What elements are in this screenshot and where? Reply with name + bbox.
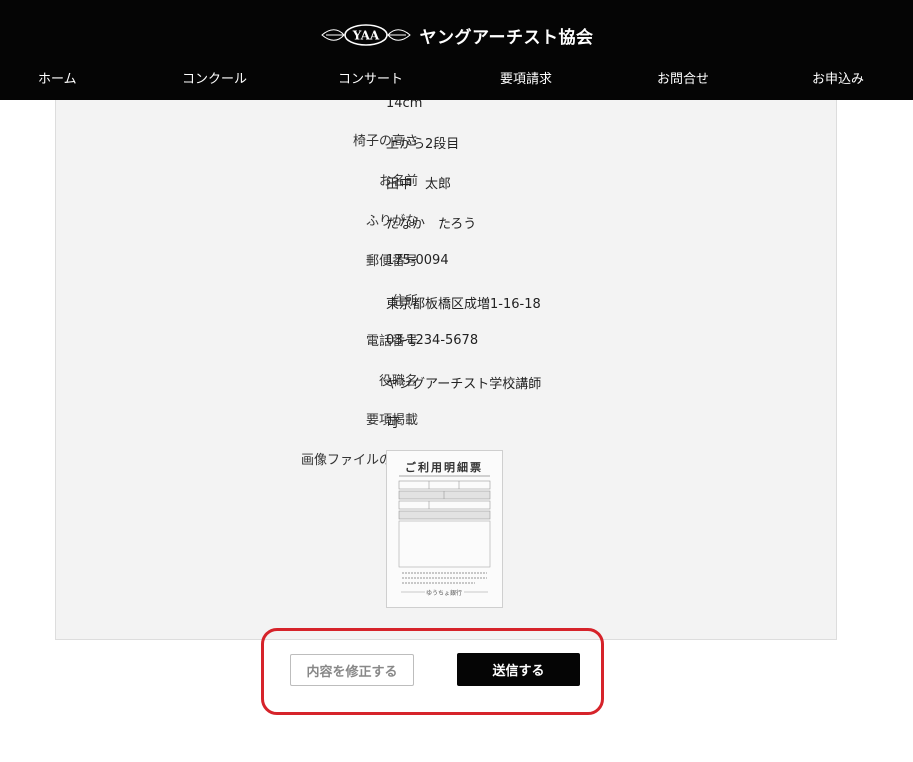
- svg-text:ご利用明細票: ご利用明細票: [405, 460, 483, 474]
- nav-guidelines-request[interactable]: 要項請求: [500, 68, 552, 87]
- nav-contact[interactable]: お問合せ: [657, 68, 709, 87]
- nav-concours[interactable]: コンクール: [182, 68, 247, 87]
- nav-concert[interactable]: コンサート: [338, 68, 403, 87]
- yaa-emblem-icon: YAA: [320, 24, 411, 46]
- site-name: ヤングアーチスト協会: [419, 27, 594, 48]
- form-row-furigana: ふりがな たなか たろう: [56, 210, 838, 234]
- form-value: 03-1234-5678: [386, 333, 479, 348]
- form-value: 田中 太郎: [386, 177, 452, 192]
- form-value: 175-0094: [386, 253, 449, 268]
- site-header: YAA ヤングアーチスト協会 ホーム コンクール コンサート 要項請求 お問合せ…: [0, 0, 913, 100]
- form-value: 東京都板橋区成増1-16-18: [386, 297, 541, 312]
- form-row-postal-code: 郵便番号 175-0094: [56, 250, 838, 274]
- confirmation-panel: 14cm 椅子の高さ 上から2段目 お名前 田中 太郎 ふりがな たなか たろう…: [55, 80, 837, 640]
- form-row-listing: 要項掲載 可: [56, 409, 838, 433]
- form-value: 上から2段目: [386, 137, 460, 152]
- form-row-address: 住所 東京都板橋区成増1-16-18: [56, 290, 838, 314]
- nav-apply[interactable]: お申込み: [812, 68, 864, 87]
- form-row-name: お名前 田中 太郎: [56, 170, 838, 194]
- main-nav: ホーム コンクール コンサート 要項請求 お問合せ お申込み: [0, 68, 913, 88]
- form-row-job-title: 役職名 ヤングアーチスト学校講師: [56, 370, 838, 394]
- edit-content-button[interactable]: 内容を修正する: [290, 654, 414, 686]
- form-row-phone: 電話番号 03-1234-5678: [56, 330, 838, 354]
- form-value: たなか たろう: [386, 217, 477, 232]
- receipt-image: ご利用明細票 ゆうちょ銀行: [387, 451, 502, 607]
- form-value: 可: [386, 416, 400, 431]
- svg-text:YAA: YAA: [351, 29, 379, 43]
- form-value: ヤングアーチスト学校講師: [386, 377, 542, 392]
- form-row-chair-height: 椅子の高さ 上から2段目: [56, 130, 838, 154]
- svg-text:ゆうちょ銀行: ゆうちょ銀行: [426, 589, 462, 597]
- nav-home[interactable]: ホーム: [38, 68, 77, 87]
- site-logo[interactable]: YAA ヤングアーチスト協会: [0, 22, 913, 48]
- send-button[interactable]: 送信する: [457, 653, 580, 686]
- attached-image-thumbnail: ご利用明細票 ゆうちょ銀行: [386, 450, 503, 608]
